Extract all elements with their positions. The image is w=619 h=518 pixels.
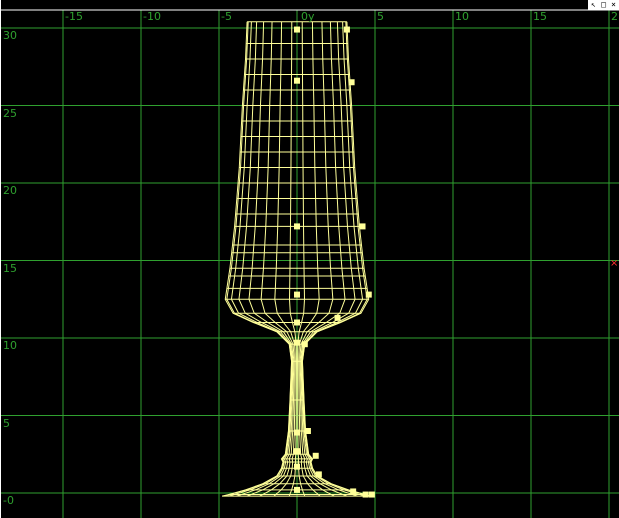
control-point-handle[interactable] [294,26,300,33]
control-point-handle[interactable] [350,488,357,495]
control-point-handle[interactable] [294,448,300,455]
x-tick-label: -5 [221,10,232,23]
x-tick-label: 2 [611,10,618,23]
close-icon[interactable]: × [609,0,618,9]
x-tick-label: 5 [377,10,384,23]
control-point-handle[interactable] [359,223,366,230]
control-point-handle[interactable] [365,291,372,298]
x-tick-label: 10 [455,10,469,23]
wireframe-viewport[interactable]: -15 -10 -5 5 10 15 2 30 25 20 15 10 5 -0 0y × ↖ □ × [0,0,619,518]
x-tick-label: -10 [143,10,161,23]
control-point-handle[interactable] [368,491,375,498]
control-point-handle[interactable] [294,77,300,84]
restore-icon[interactable]: ↖ [589,0,598,9]
y-tick-label: 15 [3,261,17,275]
glass-meridian [273,21,296,497]
control-point-handle[interactable] [294,486,300,493]
control-point-handle[interactable] [294,319,300,326]
glass-meridian [223,21,293,497]
y-tick-label: 5 [3,416,10,430]
viewport-left-border [0,0,1,518]
glass-meridian [301,21,371,497]
control-point-handle[interactable] [294,339,300,346]
control-point-handle[interactable] [294,429,300,436]
control-point-handle[interactable] [294,463,300,470]
control-point-handle[interactable] [315,471,322,478]
axis-tag: 0y [301,10,315,23]
maximize-icon[interactable]: □ [599,0,608,9]
y-tick-label: -0 [3,494,14,507]
y-tick-label: 10 [3,339,17,352]
control-point-handle[interactable] [362,491,369,498]
y-tick-label: 25 [3,106,17,120]
control-point-handle[interactable] [334,314,341,321]
control-point-handle[interactable] [294,223,300,230]
x-tick-label: 15 [533,10,547,23]
control-point-handle[interactable] [343,26,350,33]
control-point-handle[interactable] [348,79,355,86]
glass-meridian [228,21,293,497]
control-point-handle[interactable] [294,291,300,298]
glass-meridian [301,21,366,497]
y-tick-label: 30 [3,29,17,42]
viewport-center-marker: × [610,258,619,269]
glass-meridian [298,21,321,497]
window-controls: ↖ □ × [588,0,619,10]
scene-canvas[interactable] [0,0,619,518]
x-tick-label: -15 [65,10,83,23]
y-tick-label: 20 [3,184,17,197]
control-point-handle[interactable] [304,428,311,434]
control-point-handle[interactable] [301,341,308,348]
control-point-handle[interactable] [312,452,319,459]
